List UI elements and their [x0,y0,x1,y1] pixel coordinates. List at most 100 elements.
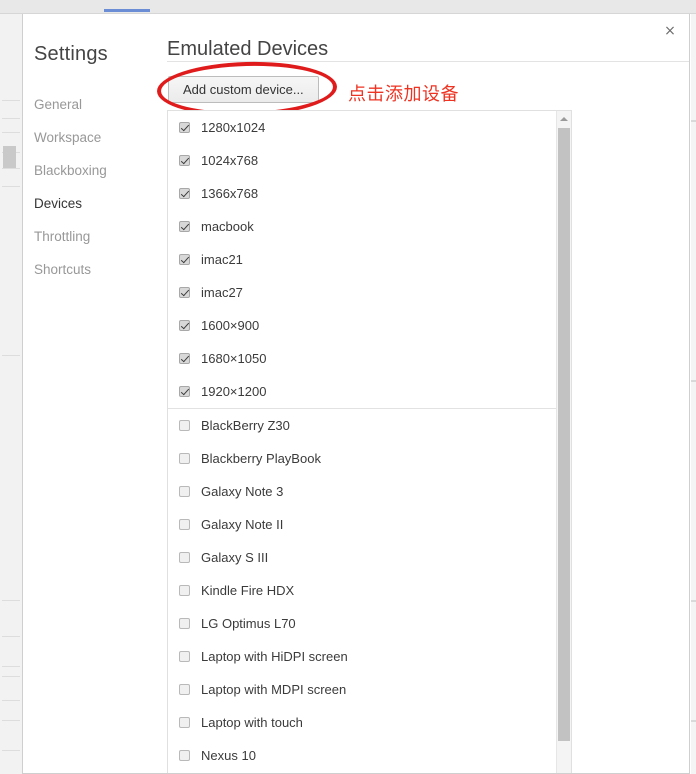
device-list-item[interactable]: Laptop with MDPI screen [168,673,556,706]
device-name-label: Kindle Fire HDX [201,583,295,598]
device-name-label: Blackberry PlayBook [201,451,321,466]
checkbox-unchecked-icon[interactable] [179,750,190,761]
device-list-item[interactable]: Galaxy Note II [168,508,556,541]
sidebar-item-label: Devices [34,196,83,211]
checkbox-unchecked-icon[interactable] [179,684,190,695]
sidebar-item-label: Shortcuts [34,262,92,277]
checkbox-checked-icon[interactable] [179,353,190,364]
checkbox-unchecked-icon[interactable] [179,651,190,662]
settings-title: Settings [34,43,108,65]
settings-sidebar: Settings General Workspace Blackboxing Devi… [23,14,145,773]
device-list-item[interactable]: BlackBerry Z30 [168,409,556,442]
device-name-label: Galaxy Note 3 [201,484,284,499]
device-list-item[interactable]: Kindle Fire HDX [168,574,556,607]
sidebar-item-general[interactable]: General [23,88,145,121]
device-list-item[interactable]: Blackberry PlayBook [168,442,556,475]
checkbox-checked-icon[interactable] [179,221,190,232]
background-rule [2,118,20,119]
device-list-panel: 1280x1024 1024x768 1366x768 macbook imac21 im… [167,110,572,773]
device-list-item[interactable]: 1024x768 [168,144,556,177]
device-name-label: 1600×900 [201,318,260,333]
device-name-label: Galaxy S III [201,550,269,565]
device-name-label: Galaxy Note II [201,517,284,532]
background-strip-segment [691,720,696,722]
background-tab-marker [104,9,150,12]
checkbox-unchecked-icon[interactable] [179,552,190,563]
background-browser-toolbar [0,0,696,14]
device-list-item[interactable]: Galaxy S III [168,541,556,574]
device-group-standard-devices: BlackBerry Z30 Blackberry PlayBook Galaxy … [168,408,556,772]
background-rule [2,676,20,677]
sidebar-item-label: Blackboxing [34,163,107,178]
device-list-item[interactable]: Galaxy Note 3 [168,475,556,508]
background-strip-segment [691,120,696,122]
checkbox-checked-icon[interactable] [179,188,190,199]
background-left-strip [0,14,23,774]
device-list-item[interactable]: Laptop with touch [168,706,556,739]
scrollbar-thumb[interactable] [558,128,570,741]
checkbox-checked-icon[interactable] [179,155,190,166]
background-strip-segment [691,600,696,602]
background-rule [2,186,20,187]
checkbox-checked-icon[interactable] [179,254,190,265]
device-name-label: 1280x1024 [201,120,266,135]
checkbox-checked-icon[interactable] [179,386,190,397]
checkbox-unchecked-icon[interactable] [179,453,190,464]
background-rule [2,720,20,721]
device-list-item[interactable]: 1600×900 [168,309,556,342]
device-name-label: BlackBerry Z30 [201,418,290,433]
device-list-item[interactable]: 1280x1024 [168,111,556,144]
sidebar-item-shortcuts[interactable]: Shortcuts [23,253,145,286]
device-list-item[interactable]: imac21 [168,243,556,276]
device-name-label: 1366x768 [201,186,259,201]
checkbox-unchecked-icon[interactable] [179,717,190,728]
device-list-item[interactable]: macbook [168,210,556,243]
device-name-label: 1680×1050 [201,351,267,366]
add-custom-device-button[interactable]: Add custom device... [168,76,319,103]
background-rule [2,168,20,169]
device-name-label: imac21 [201,252,243,267]
checkbox-checked-icon[interactable] [179,320,190,331]
background-rule [2,355,20,356]
device-list-item[interactable]: Laptop with HiDPI screen [168,640,556,673]
device-name-label: 1024x768 [201,153,259,168]
checkbox-unchecked-icon[interactable] [179,519,190,530]
annotation-label: 点击添加设备 [348,84,459,105]
device-name-label: macbook [201,219,254,234]
device-list-item[interactable]: 1366x768 [168,177,556,210]
sidebar-item-label: Workspace [34,130,102,145]
device-list-item[interactable]: 1920×1200 [168,375,556,408]
scroll-up-arrow-icon[interactable] [557,111,571,127]
sidebar-item-throttling[interactable]: Throttling [23,220,145,253]
settings-dialog: × Settings General Workspace Blackboxing De… [22,14,690,774]
sidebar-item-workspace[interactable]: Workspace [23,121,145,154]
checkbox-checked-icon[interactable] [179,122,190,133]
sidebar-item-devices[interactable]: Devices [23,187,145,220]
device-name-label: Laptop with HiDPI screen [201,649,348,664]
device-name-label: Laptop with touch [201,715,303,730]
background-rule [2,100,20,101]
device-list-item[interactable]: LG Optimus L70 [168,607,556,640]
checkbox-unchecked-icon[interactable] [179,585,190,596]
sidebar-item-label: Throttling [34,229,91,244]
device-list-item[interactable]: imac27 [168,276,556,309]
device-list-item[interactable]: Nexus 10 [168,739,556,772]
checkbox-unchecked-icon[interactable] [179,486,190,497]
settings-main-panel: Emulated Devices Add custom device... 点击… [145,14,689,773]
background-strip-segment [691,380,696,382]
checkbox-unchecked-icon[interactable] [179,420,190,431]
device-list-scrollbar[interactable] [556,111,571,773]
checkbox-unchecked-icon[interactable] [179,618,190,629]
device-name-label: 1920×1200 [201,384,267,399]
device-list-item[interactable]: 1680×1050 [168,342,556,375]
device-name-label: LG Optimus L70 [201,616,296,631]
background-rule [2,600,20,601]
checkbox-checked-icon[interactable] [179,287,190,298]
device-list: 1280x1024 1024x768 1366x768 macbook imac21 im… [168,111,556,773]
background-rule [2,750,20,751]
background-right-strip [691,14,696,774]
sidebar-item-blackboxing[interactable]: Blackboxing [23,154,145,187]
background-rule [2,132,20,133]
background-rule [2,666,20,667]
sidebar-nav-list: General Workspace Blackboxing Devices Thrott… [23,88,145,286]
